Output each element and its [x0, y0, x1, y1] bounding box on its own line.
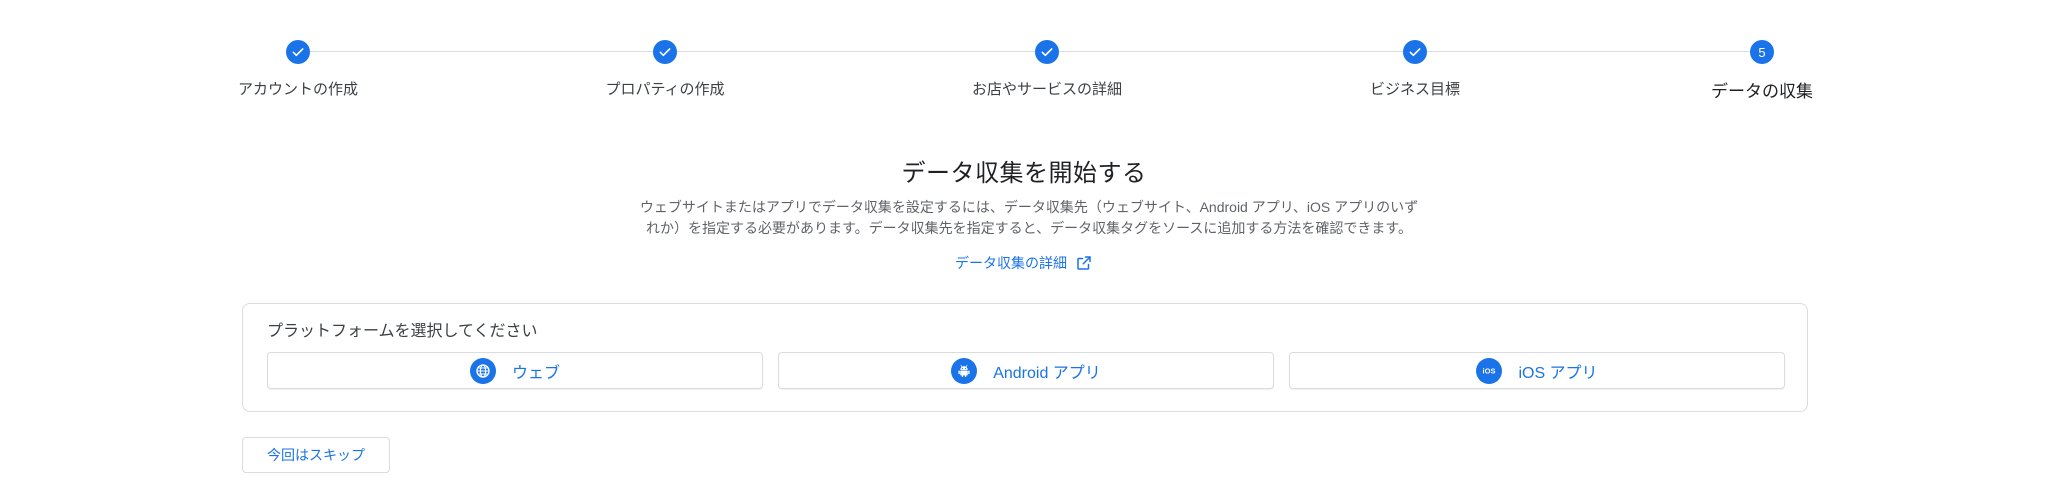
step-business-goals: ビジネス目標 — [1305, 0, 1525, 99]
check-icon — [653, 40, 677, 64]
ios-platform-button[interactable]: iOS iOS アプリ — [1289, 352, 1785, 389]
learn-more-link[interactable]: データ収集の詳細 — [0, 253, 2048, 273]
external-link-icon — [1077, 256, 1091, 270]
step-label: アカウントの作成 — [237, 81, 358, 98]
ios-icon: iOS — [1476, 357, 1503, 384]
check-icon — [1035, 40, 1059, 64]
learn-more-label: データ収集の詳細 — [955, 255, 1067, 271]
android-icon — [951, 357, 978, 384]
globe-icon — [469, 357, 496, 384]
step-label-current: データの収集 — [1711, 82, 1813, 101]
web-platform-label: ウェブ — [511, 364, 560, 382]
page-description: ウェブサイトまたはアプリでデータ収集を設定するには、データ収集先（ウェブサイト、… — [624, 197, 1434, 239]
android-platform-label: Android アプリ — [993, 364, 1101, 382]
step-label: お店やサービスの詳細 — [971, 81, 1122, 98]
description-line: れか）を指定する必要があります。データ収集先を指定すると、データ収集タグをソース… — [646, 220, 1412, 236]
step-business-details: お店やサービスの詳細 — [937, 0, 1157, 99]
description-line: ウェブサイトまたはアプリでデータ収集を設定するには、データ収集先（ウェブサイト、… — [639, 199, 1419, 215]
skip-button[interactable]: 今回はスキップ — [242, 437, 390, 473]
step-number-badge: 5 — [1750, 40, 1774, 64]
step-account: アカウントの作成 — [188, 0, 408, 99]
platform-card-title: プラットフォームを選択してください — [267, 323, 538, 340]
step-label: プロパティの作成 — [605, 81, 725, 98]
step-label: ビジネス目標 — [1369, 81, 1460, 98]
step-data-collection: 5 データの収集 — [1652, 0, 1872, 102]
check-icon — [286, 40, 310, 64]
stepper: アカウントの作成 プロパティの作成 お店やサービスの詳細 ビジネス目標 5 デー… — [0, 0, 2048, 110]
svg-text:iOS: iOS — [1483, 366, 1496, 375]
platform-card: プラットフォームを選択してください ウェブ Android アプリ iOS iO… — [242, 303, 1808, 412]
check-icon — [1403, 40, 1427, 64]
ios-platform-label: iOS アプリ — [1518, 364, 1598, 382]
step-property: プロパティの作成 — [555, 0, 775, 99]
page-title: データ収集を開始する — [901, 160, 1147, 187]
android-platform-button[interactable]: Android アプリ — [778, 352, 1274, 389]
web-platform-button[interactable]: ウェブ — [267, 352, 763, 389]
